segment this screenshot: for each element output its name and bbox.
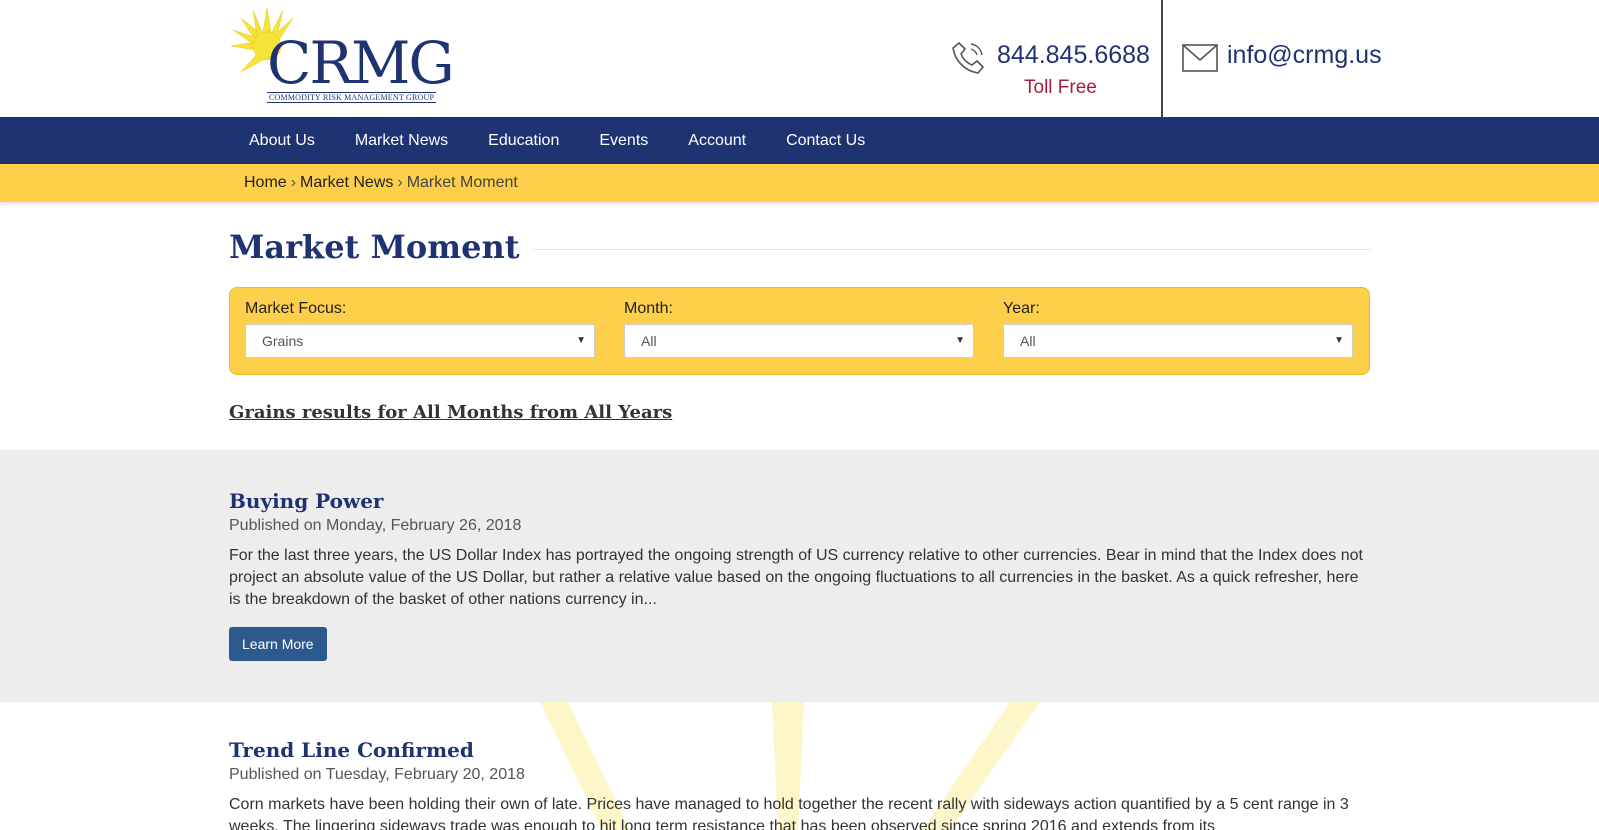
breadcrumb-home[interactable]: Home — [244, 174, 287, 191]
breadcrumb: Home › Market News › Market Moment — [0, 164, 1599, 202]
market-focus-select[interactable]: Grains ▼ — [245, 324, 595, 358]
year-select[interactable]: All ▼ — [1003, 324, 1353, 358]
logo-subtitle: COMMODITY RISK MANAGEMENT GROUP — [267, 92, 437, 103]
filter-panel: Market Focus: Grains ▼ Month: All ▼ Year… — [229, 287, 1370, 375]
article-card: Trend Line Confirmed Published on Tuesda… — [229, 738, 1370, 830]
toll-free-label: Toll Free — [1024, 77, 1097, 98]
page-title: Market Moment — [229, 228, 534, 266]
article-card: Buying Power Published on Monday, Februa… — [229, 489, 1370, 661]
nav-item-account[interactable]: Account — [668, 117, 766, 164]
article-band: Trend Line Confirmed Published on Tuesda… — [0, 702, 1599, 830]
article-date: Published on Tuesday, February 20, 2018 — [229, 766, 525, 783]
article-date: Published on Monday, February 26, 2018 — [229, 517, 522, 534]
article-band: Buying Power Published on Monday, Februa… — [0, 450, 1599, 702]
article-excerpt: For the last three years, the US Dollar … — [229, 547, 1363, 608]
month-value: All — [641, 333, 657, 349]
breadcrumb-separator: › — [397, 174, 403, 191]
phone-number[interactable]: 844.845.6688 — [997, 41, 1150, 70]
crmg-logo[interactable]: CRMG COMMODITY RISK MANAGEMENT GROUP — [229, 6, 455, 106]
logo-wordmark: CRMG — [267, 29, 455, 97]
market-focus-value: Grains — [262, 333, 304, 349]
site-header: CRMG COMMODITY RISK MANAGEMENT GROUP 844… — [0, 0, 1599, 117]
chevron-down-icon: ▼ — [955, 335, 965, 346]
year-label: Year: — [1003, 300, 1040, 317]
header-divider — [1161, 0, 1163, 117]
breadcrumb-market-news[interactable]: Market News — [300, 174, 393, 191]
main-nav: About Us Market News Education Events Ac… — [0, 117, 1599, 164]
market-focus-filter: Market Focus: Grains ▼ — [245, 300, 595, 358]
breadcrumb-current: Market Moment — [406, 174, 518, 191]
month-label: Month: — [624, 300, 673, 317]
month-select[interactable]: All ▼ — [624, 324, 974, 358]
year-filter: Year: All ▼ — [1003, 300, 1353, 358]
chevron-down-icon: ▼ — [1334, 335, 1344, 346]
nav-item-education[interactable]: Education — [468, 117, 579, 164]
learn-more-button[interactable]: Learn More — [229, 627, 327, 661]
phone-icon — [952, 42, 984, 74]
chevron-down-icon: ▼ — [576, 335, 586, 346]
page-title-row: Market Moment — [229, 228, 1370, 272]
breadcrumb-separator: › — [290, 174, 297, 191]
results-heading: Grains results for All Months from All Y… — [229, 402, 673, 423]
email-address[interactable]: info@crmg.us — [1227, 41, 1382, 70]
nav-item-events[interactable]: Events — [579, 117, 668, 164]
nav-item-about-us[interactable]: About Us — [229, 117, 335, 164]
article-title[interactable]: Trend Line Confirmed — [229, 738, 1370, 762]
year-value: All — [1020, 333, 1036, 349]
article-excerpt: Corn markets have been holding their own… — [229, 796, 1349, 830]
month-filter: Month: All ▼ — [624, 300, 974, 358]
nav-item-market-news[interactable]: Market News — [335, 117, 468, 164]
market-focus-label: Market Focus: — [245, 300, 347, 317]
nav-item-contact-us[interactable]: Contact Us — [766, 117, 885, 164]
envelope-icon — [1182, 44, 1218, 72]
article-title[interactable]: Buying Power — [229, 489, 1370, 513]
